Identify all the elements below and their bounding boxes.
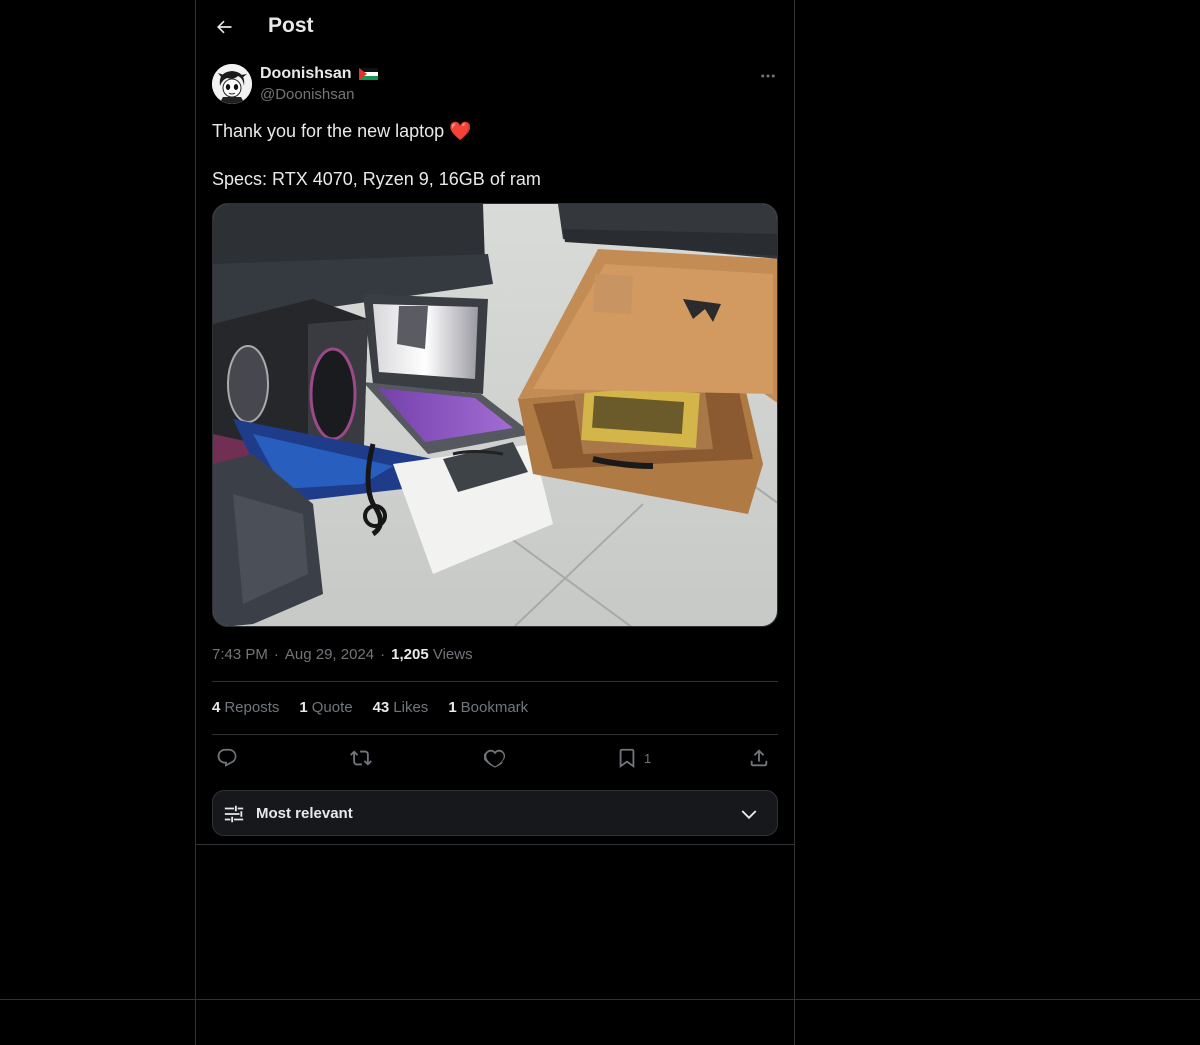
post-meta: 7:43 PM · Aug 29, 2024 · 1,205 Views xyxy=(212,646,473,663)
bookmarks-label: Bookmark xyxy=(460,699,529,716)
post-time[interactable]: 7:43 PM xyxy=(212,646,268,663)
author-display-name[interactable]: Doonishsan xyxy=(260,65,352,83)
reply-button[interactable] xyxy=(216,744,238,772)
bookmark-button[interactable]: 1 xyxy=(616,744,651,772)
sliders-icon xyxy=(224,805,244,823)
bookmark-count: 1 xyxy=(644,750,652,766)
bottom-divider xyxy=(0,999,1200,1000)
bookmark-icon xyxy=(619,748,635,769)
reply-icon xyxy=(217,748,237,767)
separator: · xyxy=(273,646,279,663)
divider xyxy=(212,734,778,735)
page-title: Post xyxy=(268,14,314,37)
chevron-down-icon xyxy=(741,810,757,820)
back-button[interactable] xyxy=(210,13,238,41)
avatar[interactable] xyxy=(212,64,252,104)
likes-label: Likes xyxy=(393,699,429,716)
likes-count: 43 xyxy=(372,699,390,716)
post-stats: 4 Reposts 1 Quote 43 Likes 1 Bookmark xyxy=(212,699,528,716)
post-author: Doonishsan @Doonishsan xyxy=(212,64,780,108)
page: Post Doonishsan @Doonishsan Thank you fo… xyxy=(0,0,1200,1045)
more-horizontal-icon xyxy=(761,74,775,78)
separator: · xyxy=(380,646,386,663)
views-count: 1,205 xyxy=(391,646,429,663)
bookmarks-count: 1 xyxy=(448,699,457,716)
post-text-line: Thank you for the new laptop ❤️ xyxy=(212,121,472,141)
reposts-stat[interactable]: 4 Reposts xyxy=(212,699,279,716)
divider xyxy=(212,681,778,682)
views-label: Views xyxy=(432,646,473,663)
post-actions: 1 xyxy=(212,744,778,772)
more-button[interactable] xyxy=(756,64,780,88)
bookmarks-stat[interactable]: 1 Bookmark xyxy=(448,699,528,716)
repost-icon xyxy=(350,750,372,766)
heart-icon xyxy=(484,749,506,768)
like-button[interactable] xyxy=(484,744,506,772)
reposts-label: Reposts xyxy=(224,699,280,716)
author-handle[interactable]: @Doonishsan xyxy=(260,86,354,103)
post-image[interactable]: X84 xyxy=(212,203,778,627)
post-date[interactable]: Aug 29, 2024 xyxy=(285,646,374,663)
repost-button[interactable] xyxy=(350,744,372,772)
reply-sort-dropdown[interactable]: Most relevant xyxy=(212,790,778,836)
quotes-label: Quote xyxy=(311,699,353,716)
quotes-stat[interactable]: 1 Quote xyxy=(299,699,352,716)
palestine-flag-icon xyxy=(358,68,378,80)
reposts-count: 4 xyxy=(212,699,221,716)
likes-stat[interactable]: 43 Likes xyxy=(373,699,429,716)
quotes-count: 1 xyxy=(299,699,308,716)
sort-label: Most relevant xyxy=(256,805,353,822)
share-button[interactable] xyxy=(748,744,770,772)
post-text-line: Specs: RTX 4070, Ryzen 9, 16GB of ram xyxy=(212,169,541,189)
arrow-left-icon xyxy=(217,20,232,34)
main-column: Post Doonishsan @Doonishsan Thank you fo… xyxy=(195,0,795,1045)
post-text: Thank you for the new laptop ❤️ Specs: R… xyxy=(212,119,780,191)
share-icon xyxy=(750,749,768,767)
post-header: Post xyxy=(196,0,796,54)
section-divider xyxy=(196,844,794,845)
